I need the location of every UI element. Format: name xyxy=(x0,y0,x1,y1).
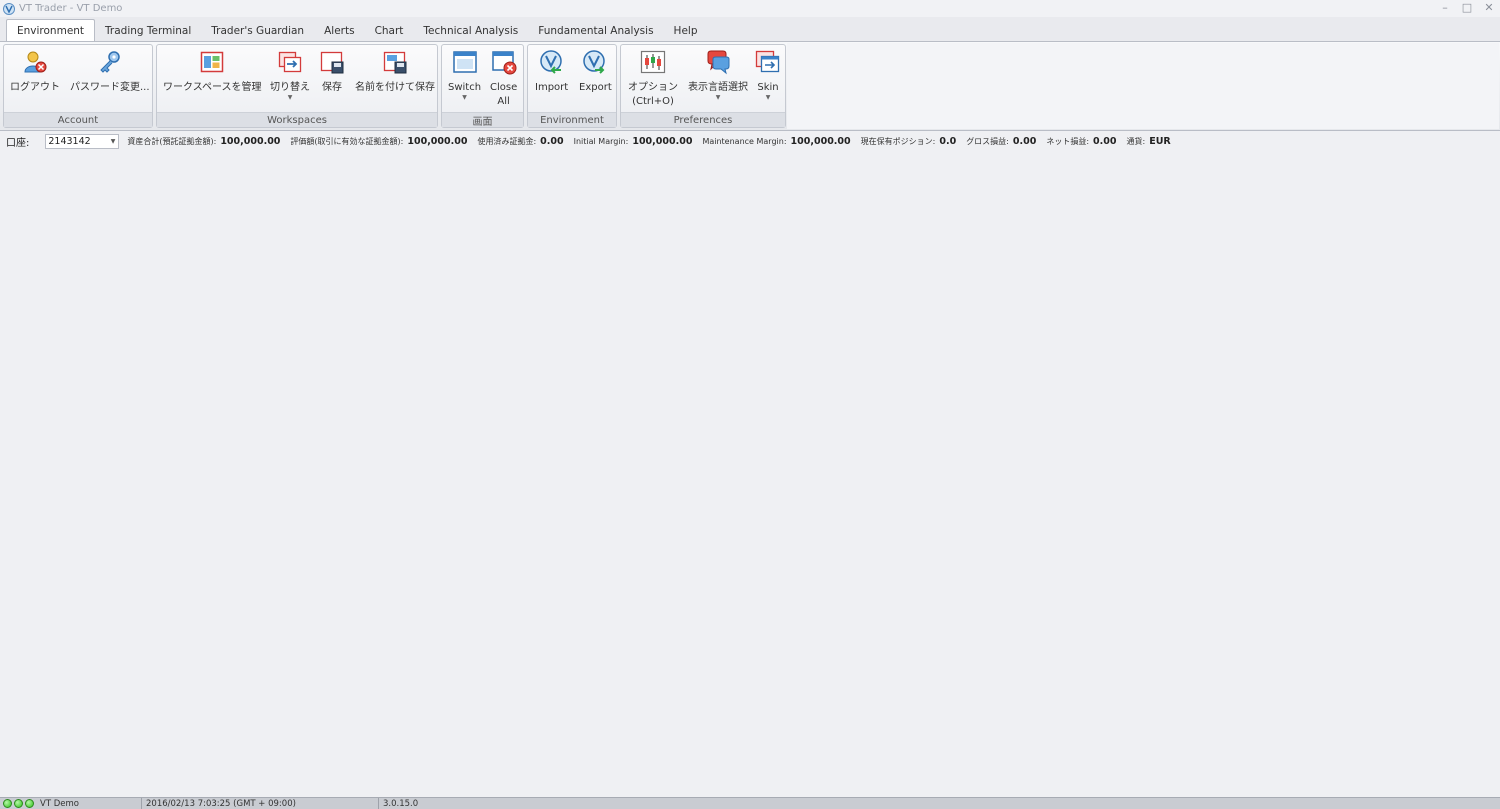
switch-workspace-button[interactable]: 切り替え ▼ xyxy=(270,49,310,101)
tab-environment[interactable]: Environment xyxy=(6,19,96,42)
close-all-windows-icon xyxy=(491,49,517,75)
group-caption-screen: 画面 xyxy=(442,112,523,128)
ribbon-group-preferences: オプション (Ctrl+O) 表示言語選択 ▼ Skin ▼ Preferenc… xyxy=(620,44,786,128)
group-caption-account: Account xyxy=(4,112,152,127)
tab-traders-guardian[interactable]: Trader's Guardian xyxy=(201,20,314,42)
tab-technical-analysis[interactable]: Technical Analysis xyxy=(413,20,528,42)
stat-value-maintenance-margin: 100,000.00 xyxy=(790,135,851,147)
user-logout-icon xyxy=(22,49,48,75)
ribbon-tab-bar: Environment Trading Terminal Trader's Gu… xyxy=(0,17,1500,42)
stat-value-gross-pl: 0.00 xyxy=(1012,135,1037,147)
stat-label-gross-pl: グロス損益: xyxy=(966,136,1009,146)
tab-help[interactable]: Help xyxy=(664,20,708,42)
ribbon-group-account: ログアウト パスワード変更... Account xyxy=(3,44,153,128)
dropdown-arrow-icon: ▼ xyxy=(462,94,467,101)
window-title: VT Trader - VT Demo xyxy=(19,3,123,14)
stat-value-total-assets: 100,000.00 xyxy=(220,135,281,147)
stat-value-net-pl: 0.00 xyxy=(1093,135,1117,147)
dropdown-arrow-icon: ▼ xyxy=(287,94,293,101)
stat-label-initial-margin: Initial Margin: xyxy=(573,136,629,146)
save-workspace-icon xyxy=(319,49,345,75)
stat-label-used-margin: 使用済み証拠金: xyxy=(477,136,537,146)
import-button[interactable]: Import xyxy=(535,49,568,95)
ribbon-empty-area xyxy=(787,43,1499,129)
stat-label-net-pl: ネット損益: xyxy=(1046,136,1090,146)
switch-workspace-icon xyxy=(277,49,303,75)
save-workspace-button[interactable]: 保存 xyxy=(319,49,345,95)
stat-label-total-assets: 資産合計(預託証拠金額): xyxy=(127,136,217,146)
status-version: 3.0.15.0 xyxy=(383,798,419,809)
title-bar: VT Trader - VT Demo – □ ✕ xyxy=(0,0,1500,17)
connection-status-icon xyxy=(3,799,12,808)
status-connection: VT Demo xyxy=(36,797,142,809)
group-caption-environment: Environment xyxy=(528,112,616,127)
language-icon xyxy=(705,49,731,75)
status-bar: VT Demo 2016/02/13 7:03:25 (GMT + 09:00)… xyxy=(0,797,1500,809)
stat-value-currency: EUR xyxy=(1149,135,1171,147)
account-info-bar: 口座: 2143142 ▼ 資産合計(預託証拠金額): 100,000.00 評… xyxy=(0,132,1500,150)
chevron-down-icon: ▼ xyxy=(110,137,116,145)
group-caption-preferences: Preferences xyxy=(621,112,785,127)
group-caption-workspaces: Workspaces xyxy=(157,112,437,127)
tab-chart[interactable]: Chart xyxy=(365,20,414,42)
export-icon xyxy=(582,49,608,75)
tab-fundamental-analysis[interactable]: Fundamental Analysis xyxy=(528,20,663,42)
manage-workspaces-button[interactable]: ワークスペースを管理 xyxy=(163,49,262,95)
save-workspace-as-button[interactable]: 名前を付けて保存 xyxy=(355,49,435,95)
close-all-button[interactable]: Close All xyxy=(490,49,517,109)
ribbon: ログアウト パスワード変更... Account ワークスペースを管理 切り替え… xyxy=(0,41,1500,131)
stat-value-used-margin: 0.00 xyxy=(540,135,564,147)
ribbon-group-workspaces: ワークスペースを管理 切り替え ▼ 保存 名前を付けて保存 Workspaces xyxy=(156,44,438,128)
key-icon xyxy=(97,49,123,75)
save-as-icon xyxy=(382,49,408,75)
change-password-button[interactable]: パスワード変更... xyxy=(70,49,150,95)
skin-icon xyxy=(755,49,781,75)
stat-label-currency: 通貨: xyxy=(1126,136,1146,146)
status-datetime: 2016/02/13 7:03:25 (GMT + 09:00) xyxy=(142,797,379,809)
tab-alerts[interactable]: Alerts xyxy=(314,20,364,42)
price-feed-status-icon xyxy=(14,799,23,808)
stat-label-maintenance-margin: Maintenance Margin: xyxy=(702,136,787,146)
display-language-button[interactable]: 表示言語選択 ▼ xyxy=(688,49,748,101)
tab-trading-terminal[interactable]: Trading Terminal xyxy=(95,20,201,42)
stat-value-initial-margin: 100,000.00 xyxy=(632,135,693,147)
minimize-button[interactable]: – xyxy=(1434,0,1456,15)
ribbon-group-screen: Switch ▼ Close All 画面 xyxy=(441,44,524,128)
stat-label-open-positions: 現在保有ポジション: xyxy=(860,136,936,146)
stat-value-open-positions: 0.0 xyxy=(939,135,957,147)
export-button[interactable]: Export xyxy=(579,49,612,95)
account-select[interactable]: 2143142 ▼ xyxy=(45,133,120,149)
skin-button[interactable]: Skin ▼ xyxy=(755,49,781,101)
workspace-layout-icon xyxy=(199,49,225,75)
window-switch-icon xyxy=(452,49,478,75)
dropdown-arrow-icon: ▼ xyxy=(765,94,771,101)
account-number: 2143142 xyxy=(48,135,91,147)
maximize-button[interactable]: □ xyxy=(1456,0,1478,15)
app-logo-icon xyxy=(3,2,15,15)
workspace-area xyxy=(0,150,1500,797)
dropdown-arrow-icon: ▼ xyxy=(715,94,721,101)
import-icon xyxy=(539,49,565,75)
account-label: 口座: xyxy=(6,137,30,149)
close-window-button[interactable]: ✕ xyxy=(1478,0,1500,15)
ribbon-group-environment: Import Export Environment xyxy=(527,44,617,128)
options-button[interactable]: オプション (Ctrl+O) xyxy=(628,49,678,109)
server-status-icon xyxy=(25,799,34,808)
options-chart-icon xyxy=(640,49,666,75)
logout-button[interactable]: ログアウト xyxy=(10,49,60,95)
stat-label-valuation: 評価額(取引に有効な証拠金額): xyxy=(290,136,404,146)
switch-window-button[interactable]: Switch ▼ xyxy=(448,49,481,101)
stat-value-valuation: 100,000.00 xyxy=(407,135,468,147)
